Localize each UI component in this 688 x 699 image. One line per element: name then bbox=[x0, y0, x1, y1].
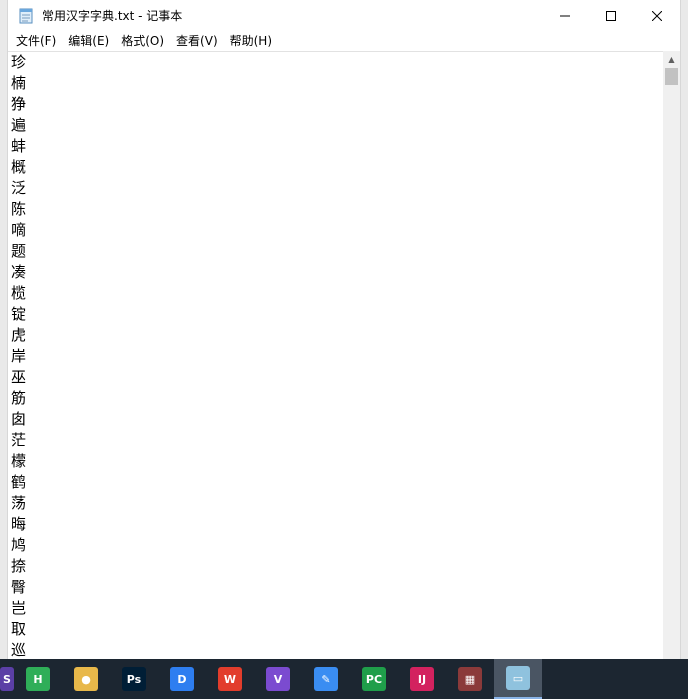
visual-studio-icon: V bbox=[266, 667, 290, 691]
taskbar-button-feishu[interactable]: ✎ bbox=[302, 659, 350, 699]
text-line: 茫 bbox=[11, 431, 27, 449]
menu-format[interactable]: 格式(O) bbox=[115, 31, 170, 51]
dingtalk-icon: D bbox=[170, 667, 194, 691]
text-line: 巫 bbox=[11, 368, 27, 386]
taskbar-button-pycharm[interactable]: PC bbox=[350, 659, 398, 699]
text-line: 陈 bbox=[11, 200, 27, 218]
menu-help[interactable]: 帮助(H) bbox=[224, 31, 278, 51]
window-title: 常用汉字字典.txt - 记事本 bbox=[42, 9, 183, 23]
taskbar-button-dingtalk[interactable]: D bbox=[158, 659, 206, 699]
wps-icon: W bbox=[218, 667, 242, 691]
text-line: 囱 bbox=[11, 410, 27, 428]
menu-edit[interactable]: 编辑(E) bbox=[62, 31, 115, 51]
text-line: 嘀 bbox=[11, 221, 27, 239]
yellow-app-icon: ● bbox=[74, 667, 98, 691]
taskbar-button-intellij[interactable]: IJ bbox=[398, 659, 446, 699]
minimize-button[interactable] bbox=[542, 0, 588, 31]
text-line: 虎 bbox=[11, 326, 27, 344]
taskbar-button-app-s[interactable]: S bbox=[0, 659, 14, 699]
text-line: 珍 bbox=[11, 53, 27, 71]
text-line: 捺 bbox=[11, 557, 27, 575]
text-line: 概 bbox=[11, 158, 27, 176]
text-line: 鹤 bbox=[11, 473, 27, 491]
text-line: 筋 bbox=[11, 389, 27, 407]
text-line: 锭 bbox=[11, 305, 27, 323]
text-line: 狰 bbox=[11, 95, 27, 113]
minimize-icon bbox=[560, 15, 570, 16]
taskbar: S H ● Ps D W V ✎ PC IJ ▦ ▭ bbox=[0, 659, 688, 699]
menu-view[interactable]: 查看(V) bbox=[170, 31, 224, 51]
hbuilder-icon: H bbox=[26, 667, 50, 691]
menu-file[interactable]: 文件(F) bbox=[10, 31, 62, 51]
winrar-icon: ▦ bbox=[458, 667, 482, 691]
taskbar-button-hbuilder[interactable]: H bbox=[14, 659, 62, 699]
text-line: 檬 bbox=[11, 452, 27, 470]
text-line: 取 bbox=[11, 620, 27, 638]
maximize-button[interactable] bbox=[588, 0, 634, 31]
menu-bar: 文件(F) 编辑(E) 格式(O) 查看(V) 帮助(H) bbox=[8, 31, 680, 51]
notepad-icon: ▭ bbox=[506, 666, 530, 690]
text-line: 巡 bbox=[11, 641, 27, 659]
text-line: 榄 bbox=[11, 284, 27, 302]
notepad-app-icon bbox=[19, 8, 33, 23]
taskbar-button-photoshop[interactable]: Ps bbox=[110, 659, 158, 699]
text-line: 岸 bbox=[11, 347, 27, 365]
text-line: 岂 bbox=[11, 599, 27, 617]
close-button[interactable] bbox=[634, 0, 680, 31]
maximize-icon bbox=[606, 10, 616, 21]
photoshop-icon: Ps bbox=[122, 667, 146, 691]
text-line: 楠 bbox=[11, 74, 27, 92]
scroll-up-arrow-icon[interactable]: ▲ bbox=[663, 51, 680, 68]
text-line: 凑 bbox=[11, 263, 27, 281]
taskbar-button-wps[interactable]: W bbox=[206, 659, 254, 699]
notepad-window: 常用汉字字典.txt - 记事本 文件(F) 编辑(E) 格式(O) 查看(V)… bbox=[7, 0, 681, 659]
feishu-icon: ✎ bbox=[314, 667, 338, 691]
intellij-icon: IJ bbox=[410, 667, 434, 691]
taskbar-button-notepad[interactable]: ▭ bbox=[494, 659, 542, 699]
close-icon bbox=[652, 10, 662, 21]
text-line: 荡 bbox=[11, 494, 27, 512]
pycharm-icon: PC bbox=[362, 667, 386, 691]
text-line: 臀 bbox=[11, 578, 27, 596]
scrollbar-thumb[interactable] bbox=[665, 68, 678, 85]
text-editor-area[interactable]: 珍楠狰遍蚌概泛陈嘀题凑榄锭虎岸巫筋囱茫檬鹤荡晦鸠捺臀岂取巡 bbox=[8, 51, 663, 659]
vertical-scrollbar[interactable]: ▲ bbox=[663, 51, 680, 659]
taskbar-button-winrar[interactable]: ▦ bbox=[446, 659, 494, 699]
text-line: 遍 bbox=[11, 116, 27, 134]
taskbar-button-visual-studio[interactable]: V bbox=[254, 659, 302, 699]
app-s-icon: S bbox=[0, 667, 14, 691]
text-line: 泛 bbox=[11, 179, 27, 197]
text-line: 晦 bbox=[11, 515, 27, 533]
text-line: 蚌 bbox=[11, 137, 27, 155]
text-line: 鸠 bbox=[11, 536, 27, 554]
taskbar-button-yellow-app[interactable]: ● bbox=[62, 659, 110, 699]
text-line: 题 bbox=[11, 242, 27, 260]
title-bar[interactable]: 常用汉字字典.txt - 记事本 bbox=[8, 0, 680, 31]
